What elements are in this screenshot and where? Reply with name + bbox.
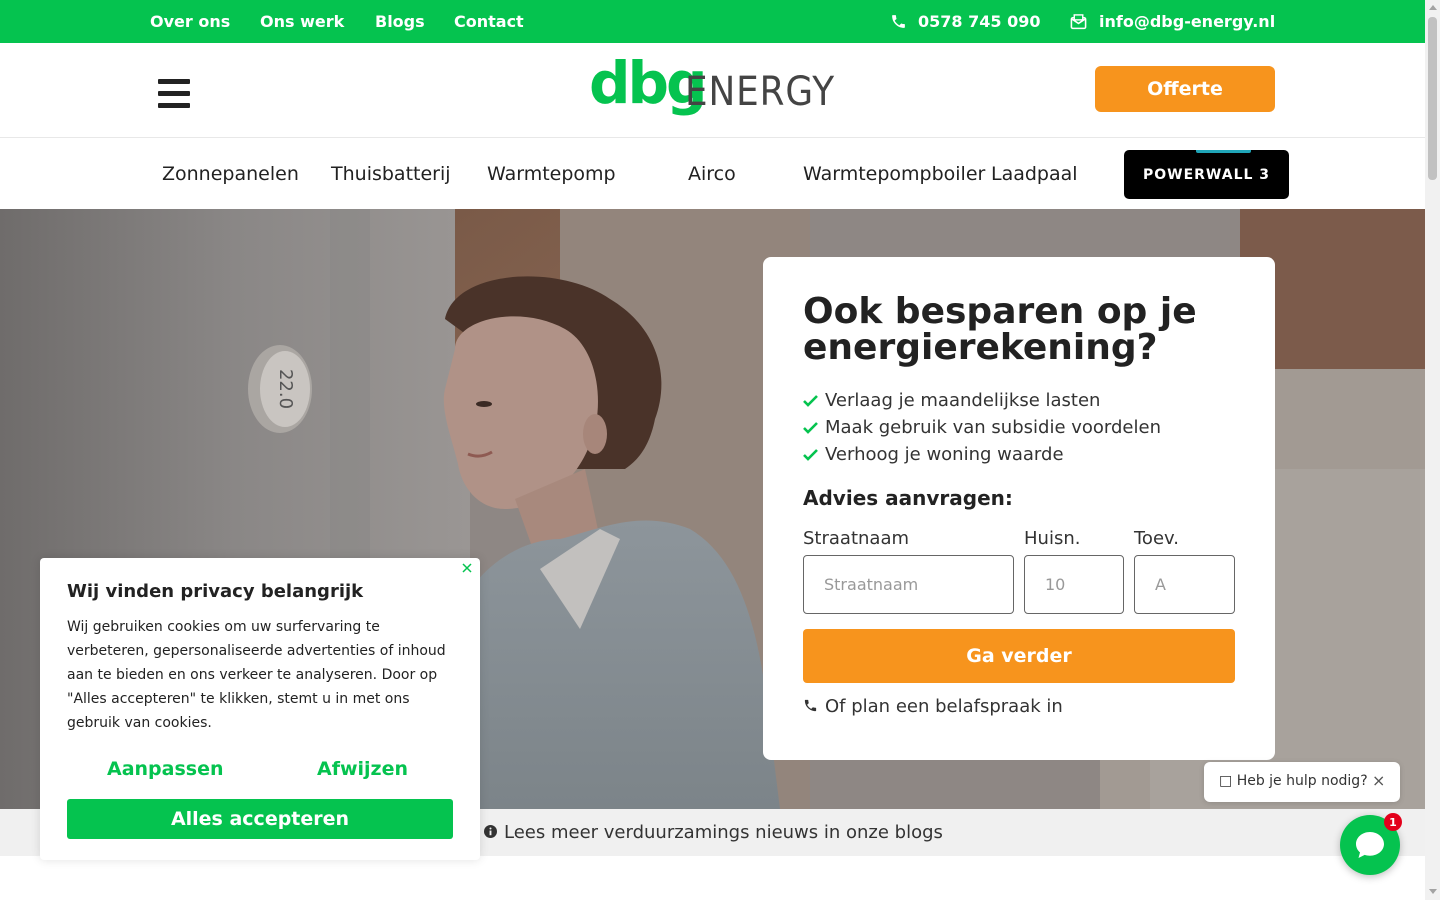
cookie-title: Wij vinden privacy belangrijk	[67, 581, 364, 602]
nav-link-contact[interactable]: Contact	[454, 12, 524, 31]
wave-icon: □	[1219, 773, 1237, 789]
benefit-text: Verlaag je maandelijkse lasten	[825, 390, 1101, 411]
blogs-strip-text: Lees meer verduurzamings nieuws in onze …	[504, 822, 943, 843]
cookie-accept-all-button[interactable]: Alles accepteren	[67, 799, 453, 839]
top-bar: Over ons Ons werk Blogs Contact 0578 745…	[0, 0, 1425, 43]
phone-icon	[892, 15, 905, 28]
page-scrollbar[interactable]	[1425, 0, 1440, 900]
benefit-text: Verhoog je woning waarde	[825, 444, 1064, 465]
phone-link[interactable]: 0578 745 090	[918, 12, 1040, 31]
powerwall-label: POWERWALL 3	[1142, 166, 1271, 183]
scroll-up-arrow-icon[interactable]	[1429, 5, 1437, 10]
thermostat-display: 22.0	[275, 369, 296, 409]
nav-link-blogs[interactable]: Blogs	[375, 12, 425, 31]
street-label: Straatnaam	[803, 528, 910, 549]
chat-help-close-button[interactable]: ×	[1372, 771, 1385, 790]
product-nav-warmtepompboiler[interactable]: Warmtepompboiler	[803, 163, 985, 185]
cookie-dialog: Wij vinden privacy belangrijk Wij gebrui…	[40, 558, 480, 860]
house-number-input[interactable]	[1024, 555, 1124, 614]
scroll-down-arrow-icon[interactable]	[1429, 889, 1437, 894]
chat-bubble-icon	[1356, 832, 1384, 858]
phone-icon	[804, 699, 817, 712]
check-icon	[803, 422, 818, 434]
product-nav-laadpaal[interactable]: Laadpaal	[991, 163, 1078, 185]
chat-unread-badge: 1	[1384, 813, 1402, 831]
advies-heading: Advies aanvragen:	[803, 486, 1013, 510]
ga-verder-button[interactable]: Ga verder	[803, 629, 1235, 683]
info-icon	[484, 825, 497, 838]
addition-label: Toev.	[1134, 528, 1179, 549]
product-nav: Zonnepanelen Thuisbatterij Warmtepomp Ai…	[0, 138, 1425, 209]
number-label: Huisn.	[1024, 528, 1081, 549]
nav-link-over-ons[interactable]: Over ons	[150, 12, 230, 31]
product-nav-zonnepanelen[interactable]: Zonnepanelen	[162, 163, 299, 185]
envelope-icon	[1070, 14, 1087, 30]
site-header: dbg ENERGY Offerte	[0, 43, 1425, 138]
form-title: Ook besparen op je energierekening?	[803, 291, 1197, 368]
street-input[interactable]	[803, 555, 1014, 614]
offerte-button[interactable]: Offerte	[1095, 66, 1275, 112]
close-icon	[462, 563, 472, 573]
chat-help-text: □ Heb je hulp nodig?	[1219, 773, 1368, 789]
dbg-energy-logo[interactable]: dbg ENERGY	[589, 57, 839, 123]
cookie-customize-button[interactable]: Aanpassen	[107, 758, 224, 780]
product-nav-warmtepomp[interactable]: Warmtepomp	[487, 163, 616, 185]
powerwall-button[interactable]: POWERWALL 3	[1124, 150, 1289, 199]
addition-input[interactable]	[1134, 555, 1235, 614]
powerwall-accent	[1196, 150, 1251, 153]
product-nav-thuisbatterij[interactable]: Thuisbatterij	[331, 163, 451, 185]
check-icon	[803, 395, 818, 407]
logo-word-text: ENERGY	[685, 69, 835, 115]
call-appointment-text: Of plan een belafspraak in	[825, 696, 1063, 717]
chat-help-bubble[interactable]: □ Heb je hulp nodig? ×	[1204, 762, 1400, 802]
cookie-body: Wij gebruiken cookies om uw surfervaring…	[67, 619, 446, 731]
email-link[interactable]: info@dbg-energy.nl	[1099, 12, 1275, 31]
scrollbar-thumb[interactable]	[1428, 17, 1437, 180]
benefit-text: Maak gebruik van subsidie voordelen	[825, 417, 1161, 438]
nav-link-ons-werk[interactable]: Ons werk	[260, 12, 344, 31]
cookie-close-button[interactable]	[460, 561, 474, 575]
product-nav-airco[interactable]: Airco	[688, 163, 736, 185]
cookie-reject-button[interactable]: Afwijzen	[317, 758, 408, 780]
lead-form-card: Ook besparen op je energierekening? Verl…	[763, 257, 1275, 760]
check-icon	[803, 449, 818, 461]
menu-icon[interactable]	[158, 79, 190, 109]
